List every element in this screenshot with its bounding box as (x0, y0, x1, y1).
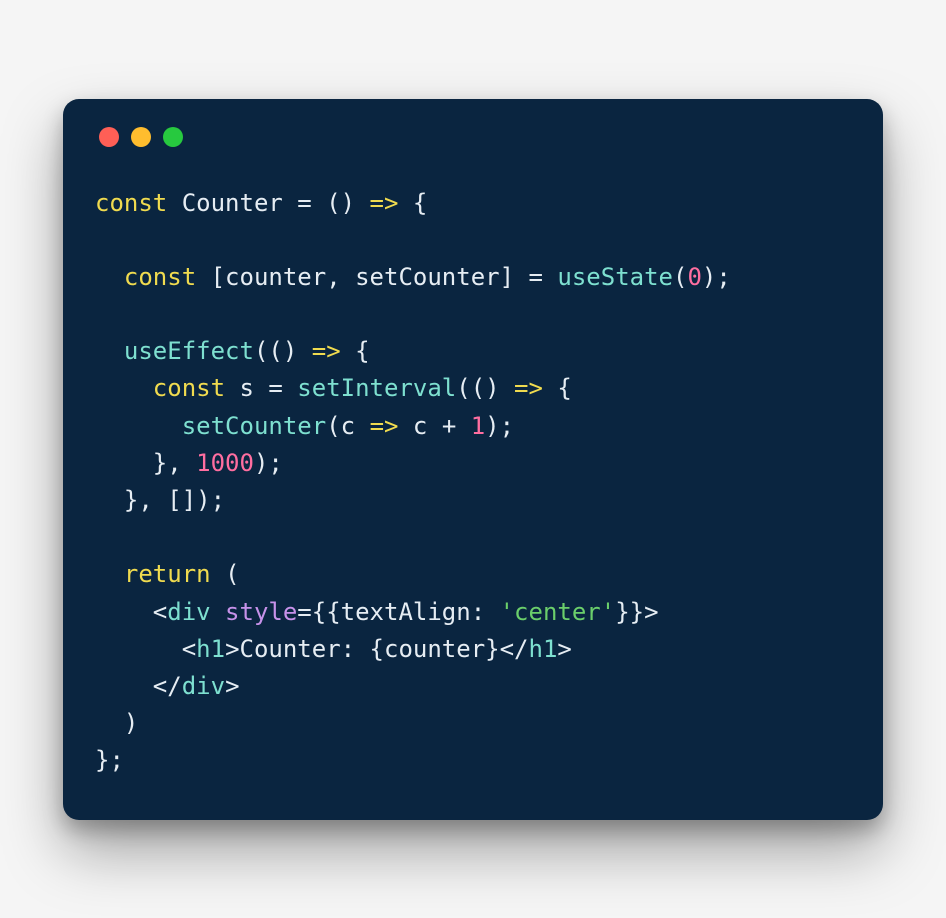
code-token: { (398, 189, 427, 217)
code-token: { (543, 374, 572, 402)
code-token: }, []); (95, 486, 225, 514)
code-token (95, 560, 124, 588)
code-token (95, 412, 182, 440)
code-token: }; (95, 746, 124, 774)
code-token: useState (557, 263, 673, 291)
code-token: 0 (687, 263, 701, 291)
code-token: (() (456, 374, 514, 402)
code-token: > (557, 635, 571, 663)
code-token: => (370, 412, 399, 440)
code-token (95, 263, 124, 291)
code-token: (c (326, 412, 369, 440)
code-token: c + (398, 412, 470, 440)
code-token: => (312, 337, 341, 365)
code-token: setCounter (182, 412, 327, 440)
code-window: const Counter = () => { const [counter, … (63, 99, 883, 820)
code-token: const (153, 374, 240, 402)
code-token: h1 (529, 635, 558, 663)
code-token: => (370, 189, 399, 217)
code-token: useEffect (124, 337, 254, 365)
code-token: }, (95, 449, 196, 477)
code-token: 'center' (500, 598, 616, 626)
code-token: return (124, 560, 225, 588)
code-token: Counter = () (182, 189, 370, 217)
code-token: > (225, 672, 239, 700)
traffic-lights (99, 127, 851, 147)
code-token: setInterval (297, 374, 456, 402)
code-token: ) (95, 709, 138, 737)
code-token: </ (95, 672, 182, 700)
code-token: ); (254, 449, 283, 477)
close-icon[interactable] (99, 127, 119, 147)
code-token: h1 (196, 635, 225, 663)
minimize-icon[interactable] (131, 127, 151, 147)
code-token: div (167, 598, 225, 626)
code-token: div (182, 672, 225, 700)
code-token: 1 (471, 412, 485, 440)
code-token: const (95, 189, 182, 217)
code-token: (() (254, 337, 312, 365)
code-token: }}> (615, 598, 658, 626)
code-token: s = (240, 374, 298, 402)
code-token: => (514, 374, 543, 402)
code-token: ( (225, 560, 239, 588)
code-token: [counter, setCounter] = (211, 263, 558, 291)
code-token: ); (485, 412, 514, 440)
code-token: ( (673, 263, 687, 291)
code-token: { (341, 337, 370, 365)
code-block: const Counter = () => { const [counter, … (95, 185, 851, 780)
code-token: < (95, 635, 196, 663)
code-token: < (95, 598, 167, 626)
code-token: ); (702, 263, 731, 291)
code-token: const (124, 263, 211, 291)
code-token: 1000 (196, 449, 254, 477)
code-token: style (225, 598, 297, 626)
code-token (95, 337, 124, 365)
code-token: >Counter: {counter}</ (225, 635, 528, 663)
code-token: ={{textAlign: (297, 598, 499, 626)
maximize-icon[interactable] (163, 127, 183, 147)
code-token (95, 374, 153, 402)
